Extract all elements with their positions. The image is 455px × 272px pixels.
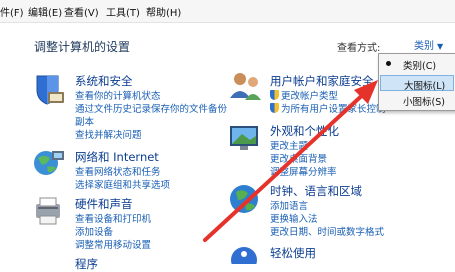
selected-bullet-icon bbox=[386, 61, 391, 66]
view-by-dropdown: 类别(C) 大图标(L) 小图标(S) bbox=[378, 53, 455, 111]
option-large-icons[interactable]: 大图标(L) bbox=[380, 75, 454, 92]
option-small-icons[interactable]: 小图标(S) bbox=[380, 92, 454, 108]
option-small-icons-label: 小图标(S) bbox=[403, 97, 445, 108]
option-large-icons-label: 大图标(L) bbox=[404, 81, 446, 92]
option-category-label: 类别(C) bbox=[403, 61, 437, 72]
option-category[interactable]: 类别(C) bbox=[380, 56, 454, 72]
annotation-arrow bbox=[203, 80, 378, 242]
